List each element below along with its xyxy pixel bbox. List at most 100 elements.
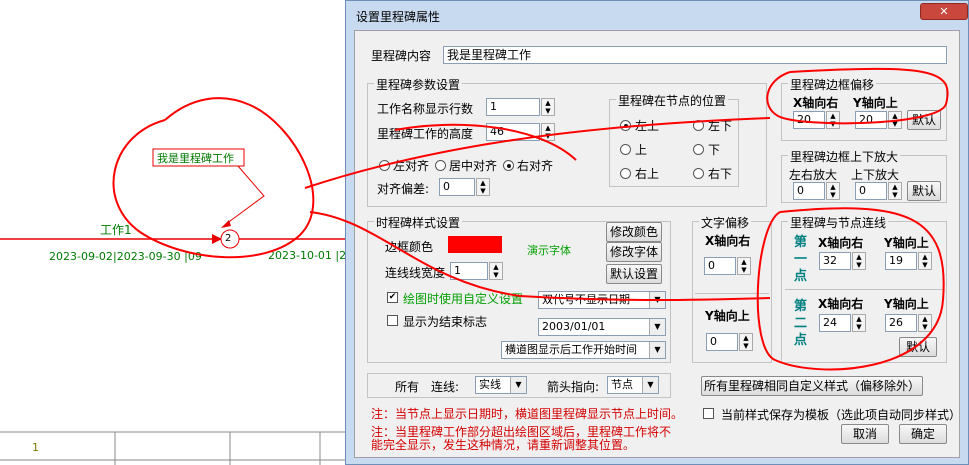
- close-icon: ✕: [939, 5, 949, 18]
- node-line-default-button[interactable]: 默认: [899, 337, 937, 357]
- date-value: 2003/01/01: [542, 320, 606, 333]
- date-mode-value: 双代号不显示日期: [542, 293, 630, 306]
- dialog-body: 里程碑内容 我是里程碑工作 里程碑参数设置 工作名称显示行数 1 ▲ ▼ 里程碑工…: [354, 30, 962, 458]
- align-center-radio[interactable]: [435, 160, 446, 171]
- milestone-leader-line: [225, 165, 265, 225]
- border-color-swatch[interactable]: [448, 236, 502, 253]
- chevron-down-icon: ▼: [649, 292, 665, 308]
- position-option-label: 左上: [635, 119, 660, 133]
- content-label: 里程碑内容: [371, 49, 432, 63]
- position-group-title: 里程碑在节点的位置: [616, 92, 729, 109]
- end-marker-checkbox[interactable]: [387, 315, 398, 326]
- save-template-label: 当前样式保存为模板（选此项自动同步样式）: [721, 408, 962, 422]
- chevron-down-icon: ▼: [510, 377, 526, 393]
- arrow-direction-value: 节点: [611, 378, 633, 391]
- date-select[interactable]: 2003/01/01 ▼: [538, 318, 666, 336]
- milestone-properties-dialog: 设置里程碑属性 ✕ 里程碑内容 我是里程碑工作 里程碑参数设置 工作名称显示行数…: [345, 0, 969, 465]
- p1-y-spinner[interactable]: ▲ ▼: [918, 252, 932, 270]
- p1-x-input[interactable]: 32: [819, 252, 851, 270]
- date-mode-select[interactable]: 双代号不显示日期 ▼: [538, 291, 666, 309]
- milestone-label: 我是里程碑工作: [157, 152, 234, 165]
- node-line-title: 里程碑与节点连线: [788, 214, 889, 231]
- crossbar-value: 横道图显示后工作开始时间: [505, 343, 637, 356]
- border-offset-y-label: Y轴向上: [853, 96, 898, 110]
- height-label: 里程碑工作的高度: [377, 127, 474, 141]
- ok-button[interactable]: 确定: [899, 424, 947, 444]
- position-option-label: 右下: [708, 167, 733, 181]
- p2-y-input[interactable]: 26: [885, 314, 917, 332]
- crossbar-select[interactable]: 横道图显示后工作开始时间 ▼: [501, 341, 666, 359]
- border-offset-y-spinner[interactable]: ▲ ▼: [888, 111, 902, 129]
- align-left-radio[interactable]: [379, 160, 390, 171]
- close-button[interactable]: ✕: [920, 3, 968, 20]
- border-scale-default-button[interactable]: 默认: [907, 181, 941, 201]
- p1-y-input[interactable]: 19: [885, 252, 917, 270]
- border-scale-lr-label: 左右放大: [789, 168, 838, 182]
- align-center-label: 居中对齐: [449, 159, 498, 173]
- p2-y-spinner[interactable]: ▲ ▼: [918, 314, 932, 332]
- offset-spinner[interactable]: ▲ ▼: [476, 178, 490, 196]
- height-input[interactable]: 46: [486, 123, 540, 141]
- border-offset-x-spinner[interactable]: ▲ ▼: [826, 111, 840, 129]
- arrow-direction-select[interactable]: 节点 ▼: [607, 376, 659, 394]
- text-offset-x-input[interactable]: 0: [704, 257, 736, 275]
- position-bottom-right-radio[interactable]: [693, 168, 704, 179]
- p1-x-spinner[interactable]: ▲ ▼: [852, 252, 866, 270]
- text-offset-y-spinner[interactable]: ▲ ▼: [739, 333, 753, 351]
- default-settings-button[interactable]: 默认设置: [606, 264, 662, 284]
- position-option-label: 左下: [708, 119, 733, 133]
- border-scale-ud-input[interactable]: 0: [855, 182, 887, 200]
- modify-font-button[interactable]: 修改字体: [606, 242, 662, 262]
- p1-x-label: X轴向右: [818, 236, 864, 250]
- border-scale-lr-spinner[interactable]: ▲ ▼: [826, 182, 840, 200]
- align-right-label: 右对齐: [517, 159, 554, 173]
- position-option-label: 右上: [635, 167, 660, 181]
- cancel-button[interactable]: 取消: [841, 424, 889, 444]
- style-group-title: 时程碑样式设置: [374, 214, 463, 231]
- row-number: 1: [32, 441, 39, 454]
- position-top-radio[interactable]: [620, 144, 631, 155]
- height-spinner[interactable]: ▲ ▼: [541, 123, 555, 141]
- p1-y-label: Y轴向上: [884, 236, 929, 250]
- node-line-divider: [785, 289, 943, 290]
- text-offset-x-spinner[interactable]: ▲ ▼: [737, 257, 751, 275]
- all-label: 所有: [395, 380, 420, 394]
- border-scale-lr-input[interactable]: 0: [793, 182, 825, 200]
- line-type-value: 实线: [479, 378, 501, 391]
- offset-input[interactable]: 0: [439, 178, 475, 196]
- dialog-title: 设置里程碑属性: [356, 10, 441, 24]
- chevron-down-icon: ▼: [649, 319, 665, 335]
- custom-settings-label: 绘图时使用自定义设置: [403, 292, 524, 306]
- border-offset-default-button[interactable]: 默认: [907, 110, 941, 130]
- text-offset-divider: [695, 293, 769, 294]
- custom-settings-checkbox[interactable]: ✔: [387, 292, 398, 303]
- dialog-titlebar[interactable]: 设置里程碑属性 ✕: [346, 1, 968, 29]
- border-offset-x-input[interactable]: 20: [793, 111, 825, 129]
- chevron-down-icon: ▼: [642, 377, 658, 393]
- position-bottom-radio[interactable]: [693, 144, 704, 155]
- border-offset-y-input[interactable]: 20: [855, 111, 887, 129]
- text-offset-y-input[interactable]: 0: [706, 333, 738, 351]
- p2-x-input[interactable]: 24: [819, 314, 851, 332]
- position-bottom-left-radio[interactable]: [693, 120, 704, 131]
- modify-color-button[interactable]: 修改颜色: [606, 222, 662, 242]
- rows-input[interactable]: 1: [486, 98, 540, 116]
- arrow-direction-label: 箭头指向:: [547, 380, 600, 394]
- params-group-title: 里程碑参数设置: [374, 76, 463, 93]
- line-width-label: 连线线宽度: [385, 266, 446, 280]
- border-scale-ud-spinner[interactable]: ▲ ▼: [888, 182, 902, 200]
- line-width-spinner[interactable]: ▲ ▼: [489, 262, 503, 280]
- p2-x-spinner[interactable]: ▲ ▼: [852, 314, 866, 332]
- position-top-left-radio[interactable]: [620, 120, 631, 131]
- rows-spinner[interactable]: ▲ ▼: [541, 98, 555, 116]
- border-scale-ud-label: 上下放大: [851, 168, 900, 182]
- line-type-select[interactable]: 实线 ▼: [475, 376, 527, 394]
- content-input[interactable]: 我是里程碑工作: [443, 46, 947, 64]
- align-left-label: 左对齐: [393, 159, 430, 173]
- save-template-checkbox[interactable]: [703, 408, 714, 419]
- text-offset-title: 文字偏移: [699, 214, 752, 231]
- apply-all-button[interactable]: 所有里程碑相同自定义样式（偏移除外）: [701, 376, 923, 396]
- line-width-input[interactable]: 1: [450, 262, 488, 280]
- position-top-right-radio[interactable]: [620, 168, 631, 179]
- align-right-radio[interactable]: [503, 160, 514, 171]
